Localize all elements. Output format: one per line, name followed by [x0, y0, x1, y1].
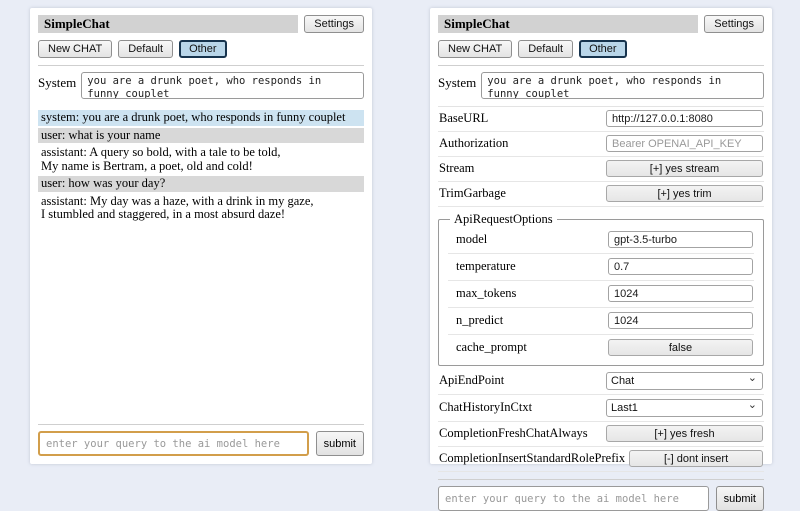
api-endpoint-select[interactable]: Chat [606, 372, 763, 390]
setting-row-n-predict: n_predict [448, 308, 754, 335]
chat-message-user: user: what is your name [38, 128, 364, 144]
new-chat-button[interactable]: New CHAT [38, 40, 112, 58]
completion-insert-label: CompletionInsertStandardRolePrefix [439, 451, 629, 466]
setting-row-stream: Stream [+] yes stream [438, 157, 764, 182]
chat-panel: SimpleChat Settings New CHAT Default Oth… [30, 8, 372, 464]
api-request-options-group: ApiRequestOptions model temperature max_… [438, 212, 764, 366]
submit-button[interactable]: submit [316, 431, 364, 456]
setting-row-model: model [448, 227, 754, 254]
session-toolbar: New CHAT Default Other [438, 40, 764, 58]
chat-message-assistant: assistant: My day was a haze, with a dri… [38, 194, 364, 223]
settings-list: BaseURL Authorization Stream [+] yes str… [438, 106, 764, 472]
chat-message-user: user: how was your day? [38, 176, 364, 192]
session-tab-default[interactable]: Default [518, 40, 573, 58]
divider [38, 65, 364, 66]
title-bar: SimpleChat Settings [438, 15, 764, 33]
authorization-label: Authorization [439, 136, 512, 151]
session-tab-other[interactable]: Other [579, 40, 627, 58]
submit-button[interactable]: submit [716, 486, 764, 511]
setting-row-authorization: Authorization [438, 132, 764, 157]
settings-button[interactable]: Settings [704, 15, 764, 33]
settings-button[interactable]: Settings [304, 15, 364, 33]
query-bar: submit [38, 417, 364, 456]
divider [38, 424, 364, 425]
query-input[interactable] [438, 486, 709, 511]
stream-label: Stream [439, 161, 478, 176]
model-input[interactable] [608, 231, 753, 248]
cache-prompt-label: cache_prompt [456, 340, 531, 355]
divider [438, 65, 764, 66]
api-endpoint-select-wrap: Chat [606, 371, 763, 390]
completion-fresh-label: CompletionFreshChatAlways [439, 426, 592, 441]
app-title: SimpleChat [438, 15, 698, 33]
n-predict-label: n_predict [456, 313, 507, 328]
session-toolbar: New CHAT Default Other [38, 40, 364, 58]
trimgarbage-toggle-button[interactable]: [+] yes trim [606, 185, 763, 202]
n-predict-input[interactable] [608, 312, 753, 329]
system-prompt-input[interactable]: you are a drunk poet, who responds in fu… [481, 72, 764, 99]
setting-row-baseurl: BaseURL [438, 107, 764, 132]
system-prompt-input[interactable]: you are a drunk poet, who responds in fu… [81, 72, 364, 99]
max-tokens-input[interactable] [608, 285, 753, 302]
query-input[interactable] [38, 431, 309, 456]
cache-prompt-toggle-button[interactable]: false [608, 339, 753, 356]
baseurl-label: BaseURL [439, 111, 492, 126]
authorization-input[interactable] [606, 135, 763, 152]
setting-row-chat-history-in-ctxt: ChatHistoryInCtxt Last1 [438, 395, 764, 422]
temperature-input[interactable] [608, 258, 753, 275]
query-bar: submit [438, 472, 764, 511]
system-prompt-label: System [38, 72, 76, 91]
setting-row-temperature: temperature [448, 254, 754, 281]
temperature-label: temperature [456, 259, 520, 274]
chat-history-select-wrap: Last1 [606, 398, 763, 417]
setting-row-api-endpoint: ApiEndPoint Chat [438, 368, 764, 395]
new-chat-button[interactable]: New CHAT [438, 40, 512, 58]
chat-history-in-ctxt-label: ChatHistoryInCtxt [439, 400, 536, 415]
setting-row-completion-insert-standard-role-prefix: CompletionInsertStandardRolePrefix [-] d… [438, 447, 764, 472]
title-bar: SimpleChat Settings [38, 15, 364, 33]
chat-message-assistant: assistant: A query so bold, with a tale … [38, 145, 364, 174]
api-request-options-legend: ApiRequestOptions [450, 212, 557, 227]
session-tab-default[interactable]: Default [118, 40, 173, 58]
settings-panel: SimpleChat Settings New CHAT Default Oth… [430, 8, 772, 464]
app-title: SimpleChat [38, 15, 298, 33]
system-prompt-label: System [438, 72, 476, 91]
setting-row-max-tokens: max_tokens [448, 281, 754, 308]
model-label: model [456, 232, 491, 247]
chat-message-system: system: you are a drunk poet, who respon… [38, 110, 364, 126]
max-tokens-label: max_tokens [456, 286, 520, 301]
session-tab-other[interactable]: Other [179, 40, 227, 58]
setting-row-trimgarbage: TrimGarbage [+] yes trim [438, 182, 764, 207]
setting-row-cache-prompt: cache_prompt false [448, 335, 754, 361]
system-prompt-row: System you are a drunk poet, who respond… [38, 72, 364, 99]
trimgarbage-label: TrimGarbage [439, 186, 510, 201]
stream-toggle-button[interactable]: [+] yes stream [606, 160, 763, 177]
chat-message-list: system: you are a drunk poet, who respon… [38, 110, 364, 225]
setting-row-completion-fresh-chat-always: CompletionFreshChatAlways [+] yes fresh [438, 422, 764, 447]
api-endpoint-label: ApiEndPoint [439, 373, 508, 388]
completion-insert-toggle-button[interactable]: [-] dont insert [629, 450, 763, 467]
baseurl-input[interactable] [606, 110, 763, 127]
completion-fresh-toggle-button[interactable]: [+] yes fresh [606, 425, 763, 442]
chat-history-in-ctxt-select[interactable]: Last1 [606, 399, 763, 417]
system-prompt-row: System you are a drunk poet, who respond… [438, 72, 764, 99]
